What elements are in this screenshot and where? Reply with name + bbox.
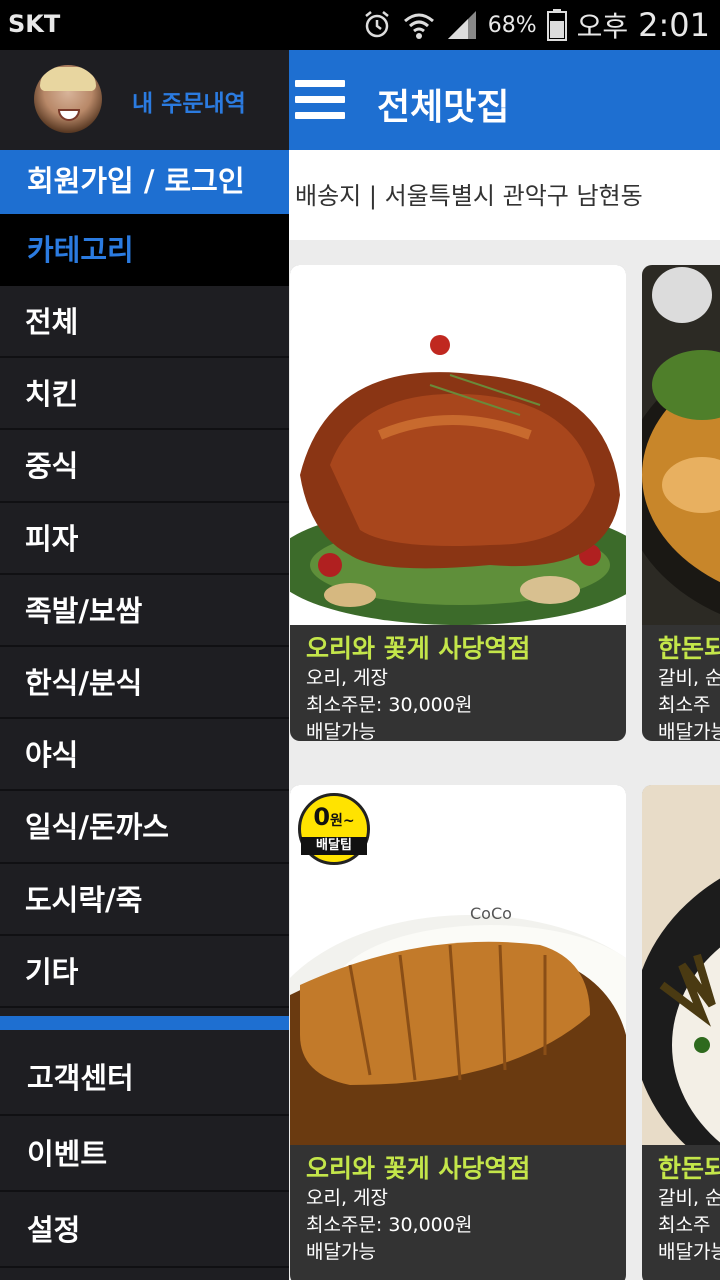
category-item-late-night[interactable]: 야식	[0, 719, 289, 792]
badge-label: 배달팁	[301, 837, 367, 855]
category-item-chicken[interactable]: 치킨	[0, 358, 289, 431]
customer-center-item[interactable]: 고객센터	[0, 1040, 289, 1116]
clock: 2:01	[638, 6, 710, 44]
restaurant-card[interactable]: 한돈되 갈비, 순 최소주 배달가능	[642, 265, 720, 741]
restaurant-name: 오리와 꽃게 사당역점	[306, 634, 531, 663]
min-order: 최소주문: 30,000원	[306, 1214, 473, 1236]
free-delivery-badge: 0원~ 배달팁	[298, 793, 370, 865]
category-item-lunchbox-porridge[interactable]: 도시락/죽	[0, 863, 289, 936]
category-list: 전체 치킨 중식 피자 족발/보쌈 한식/분식 야식 일식/돈까스 도시락/죽 …	[0, 286, 289, 1008]
signup-login-button[interactable]: 회원가입 / 로그인	[0, 150, 289, 214]
settings-item[interactable]: 설정	[0, 1192, 289, 1268]
status-bar: SKT 68% 오후 2:01	[0, 0, 720, 50]
avatar[interactable]	[34, 65, 102, 133]
signal-icon	[447, 11, 476, 39]
restaurant-info: 한돈되 갈비, 순 최소주 배달가능	[642, 1145, 720, 1266]
badge-amount: 0원~	[313, 803, 355, 831]
restaurant-menu: 오리, 게장	[306, 1187, 388, 1209]
drawer-divider	[0, 1016, 289, 1030]
restaurant-menu: 갈비, 순	[658, 1187, 720, 1209]
menu-icon[interactable]	[295, 80, 345, 120]
restaurant-info: 오리와 꽃게 사당역점 오리, 게장 최소주문: 30,000원 배달가능	[290, 1145, 626, 1266]
restaurant-info: 한돈되 갈비, 순 최소주 배달가능	[642, 625, 720, 741]
min-order: 최소주문: 30,000원	[306, 694, 473, 716]
min-order: 최소주	[658, 694, 711, 716]
my-orders-link[interactable]: 내 주문내역	[132, 84, 246, 118]
restaurant-menu: 오리, 게장	[306, 667, 388, 689]
page-title: 전체맛집	[377, 87, 510, 128]
min-order: 최소주	[658, 1214, 711, 1236]
category-item-all[interactable]: 전체	[0, 286, 289, 359]
navigation-drawer: 내 주문내역 회원가입 / 로그인 카테고리 전체 치킨 중식 피자 족발/보쌈…	[0, 50, 289, 1280]
drawer-bottom-list: 고객센터 이벤트 설정	[0, 1040, 289, 1268]
food-image	[642, 785, 720, 1145]
restaurant-name: 한돈되	[658, 634, 720, 663]
event-item[interactable]: 이벤트	[0, 1116, 289, 1192]
logo-text: CoCo	[470, 904, 512, 923]
battery-percent: 68%	[487, 12, 537, 38]
restaurant-card[interactable]: CoCo 0원~ 배달팁 오리와 꽃게 사당역점 오리, 게장 최소주문: 30…	[290, 785, 626, 1280]
wifi-icon	[403, 13, 434, 39]
status-icons: 68% 오후 2:01	[362, 4, 710, 46]
delivery-status: 배달가능	[658, 721, 720, 741]
app-bar: 전체맛집	[289, 50, 720, 150]
category-item-chinese[interactable]: 중식	[0, 430, 289, 503]
delivery-status: 배달가능	[658, 1241, 720, 1263]
main-content: 전체맛집 배송지 | 서울특별시 관악구 남현동 오리와 꽃게 사당역점 오리,…	[289, 50, 720, 1280]
delivery-status: 배달가능	[306, 1241, 376, 1263]
restaurant-card[interactable]: 한돈되 갈비, 순 최소주 배달가능	[642, 785, 720, 1280]
carrier-label: SKT	[8, 10, 61, 38]
category-item-etc[interactable]: 기타	[0, 935, 289, 1008]
restaurant-name: 한돈되	[658, 1154, 720, 1183]
category-header: 카테고리	[0, 214, 289, 286]
restaurant-card[interactable]: 오리와 꽃게 사당역점 오리, 게장 최소주문: 30,000원 배달가능	[290, 265, 626, 741]
delivery-address[interactable]: 배송지 | 서울특별시 관악구 남현동	[289, 150, 720, 240]
restaurant-info: 오리와 꽃게 사당역점 오리, 게장 최소주문: 30,000원 배달가능	[290, 625, 626, 741]
alarm-icon	[364, 11, 389, 38]
delivery-status: 배달가능	[306, 721, 376, 741]
restaurant-name: 오리와 꽃게 사당역점	[306, 1154, 531, 1183]
category-item-japanese-cutlet[interactable]: 일식/돈까스	[0, 791, 289, 864]
category-item-korean-snack[interactable]: 한식/분식	[0, 646, 289, 720]
restaurant-menu: 갈비, 순	[658, 667, 720, 689]
category-item-pizza[interactable]: 피자	[0, 502, 289, 575]
food-image	[642, 265, 720, 625]
food-image: CoCo 0원~ 배달팁	[290, 785, 626, 1145]
ampm-label: 오후	[576, 10, 629, 43]
food-image	[290, 265, 626, 625]
profile-header[interactable]: 내 주문내역	[0, 50, 289, 150]
battery-icon	[546, 9, 567, 41]
category-item-jokbal-bossam[interactable]: 족발/보쌈	[0, 574, 289, 647]
